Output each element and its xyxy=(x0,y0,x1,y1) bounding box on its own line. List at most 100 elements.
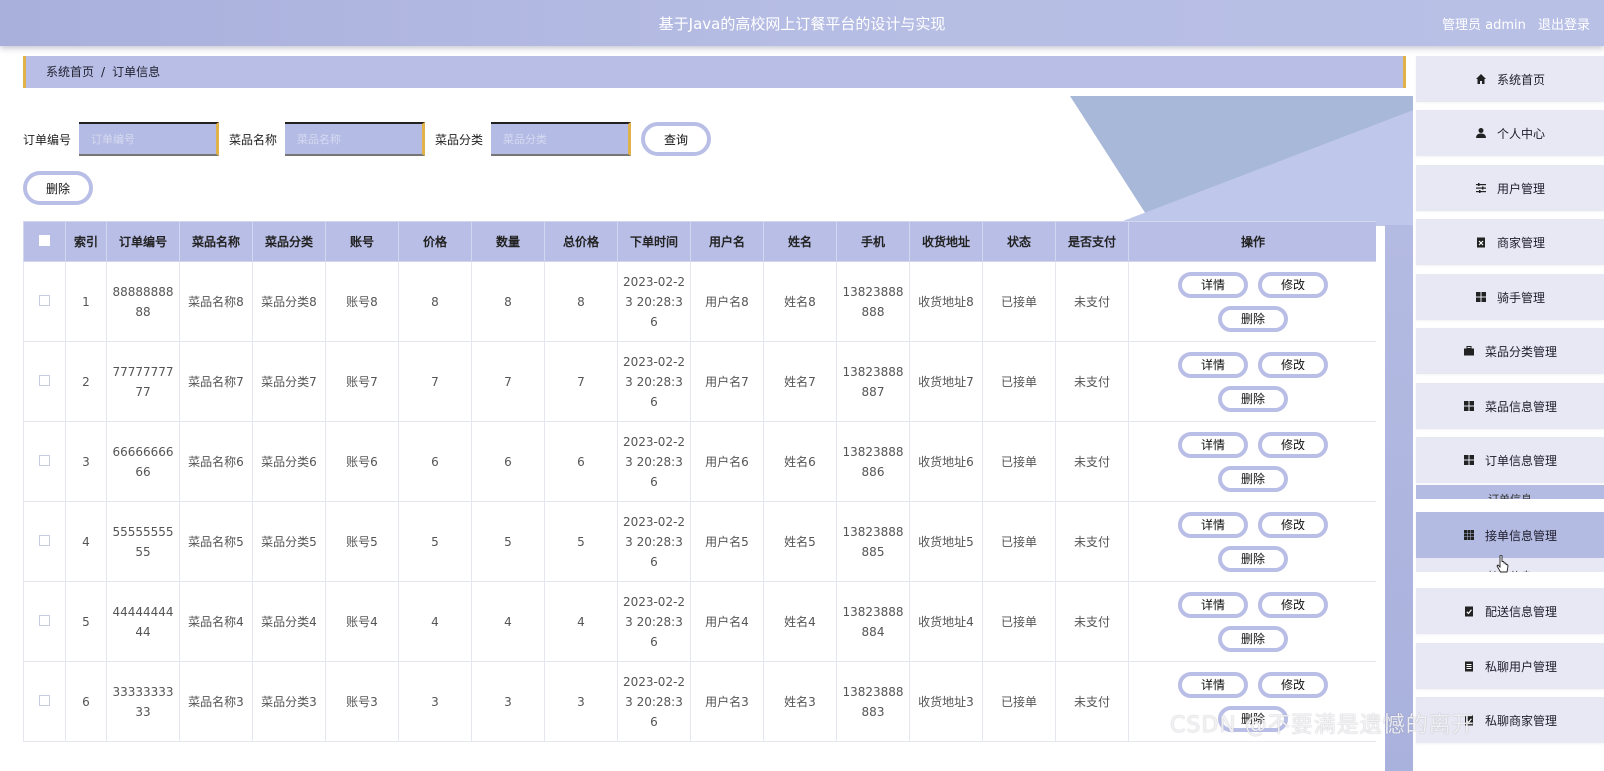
column-header: 用户名 xyxy=(690,221,764,262)
clipboard-x-icon xyxy=(1475,236,1487,248)
cell-status: 已接单 xyxy=(982,341,1056,422)
row-select-cell[interactable] xyxy=(23,421,66,502)
detail-button[interactable]: 详情 xyxy=(1178,431,1248,458)
cell-name: 姓名6 xyxy=(763,421,837,502)
sidebar-item-dish-info[interactable]: 菜品信息管理 xyxy=(1416,383,1604,429)
logout-link[interactable]: 退出登录 xyxy=(1538,18,1590,33)
cell-paid: 未支付 xyxy=(1055,261,1129,342)
delete-button[interactable]: 删除 xyxy=(1218,625,1288,652)
submenu-peek-accept-info[interactable]: 接单信息 xyxy=(1416,558,1604,572)
edit-button[interactable]: 修改 xyxy=(1258,671,1328,698)
cell-phone: 13823888884 xyxy=(836,581,910,662)
column-header: 状态 xyxy=(982,221,1056,262)
breadcrumb-home[interactable]: 系统首页 xyxy=(46,65,94,79)
sidebar-item-order-info[interactable]: 订单信息管理 xyxy=(1416,437,1604,483)
row-checkbox[interactable] xyxy=(39,614,50,626)
table-row: 1 8888888888 菜品名称8 菜品分类8 账号8 8 8 8 2023-… xyxy=(23,261,1376,342)
cell-price: 4 xyxy=(398,581,472,662)
cell-status: 已接单 xyxy=(982,421,1056,502)
edit-button[interactable]: 修改 xyxy=(1258,271,1328,298)
cell-index: 4 xyxy=(65,501,107,582)
breadcrumb-separator: / xyxy=(101,65,106,79)
cell-dish-category: 菜品分类3 xyxy=(252,661,326,742)
edit-button[interactable]: 修改 xyxy=(1258,431,1328,458)
submenu-peek-order-info[interactable]: 订单信息 xyxy=(1416,485,1604,499)
sidebar-item-dish-categories[interactable]: 菜品分类管理 xyxy=(1416,328,1604,374)
cell-phone: 13823888887 xyxy=(836,341,910,422)
column-header: 订单编号 xyxy=(106,221,180,262)
sidebar-item-profile[interactable]: 个人中心 xyxy=(1416,110,1604,156)
cell-username: 用户名8 xyxy=(690,261,764,342)
sidebar-item-accept-info[interactable]: 接单信息管理 xyxy=(1416,512,1604,558)
cell-username: 用户名5 xyxy=(690,501,764,582)
row-checkbox[interactable] xyxy=(39,694,50,706)
cell-price: 8 xyxy=(398,261,472,342)
cell-dish-name: 菜品名称8 xyxy=(179,261,253,342)
cell-dish-name: 菜品名称4 xyxy=(179,581,253,662)
row-checkbox[interactable] xyxy=(39,454,50,466)
row-checkbox[interactable] xyxy=(39,374,50,386)
row-checkbox[interactable] xyxy=(39,294,50,306)
cell-account: 账号5 xyxy=(325,501,399,582)
cell-dish-name: 菜品名称3 xyxy=(179,661,253,742)
detail-button[interactable]: 详情 xyxy=(1178,591,1248,618)
column-header: 数量 xyxy=(471,221,545,262)
row-select-cell[interactable] xyxy=(23,661,66,742)
cell-phone: 13823888888 xyxy=(836,261,910,342)
cell-status: 已接单 xyxy=(982,501,1056,582)
clipboard-icon xyxy=(1463,660,1475,672)
cell-dish-category: 菜品分类7 xyxy=(252,341,326,422)
column-header: 账号 xyxy=(325,221,399,262)
dish-name-input[interactable] xyxy=(285,122,426,156)
cell-actions: 详情 修改 删除 xyxy=(1128,341,1376,422)
column-header: 下单时间 xyxy=(617,221,691,262)
edit-button[interactable]: 修改 xyxy=(1258,351,1328,378)
cell-username: 用户名7 xyxy=(690,341,764,422)
row-select-cell[interactable] xyxy=(23,581,66,662)
sidebar-item-chat-users[interactable]: 私聊用户管理 xyxy=(1416,643,1604,689)
detail-button[interactable]: 详情 xyxy=(1178,511,1248,538)
sidebar-item-delivery-info[interactable]: 配送信息管理 xyxy=(1416,588,1604,634)
order-no-input[interactable] xyxy=(79,122,220,156)
cell-total: 7 xyxy=(544,341,618,422)
row-actions: 详情 修改 删除 xyxy=(1173,351,1333,412)
edit-button[interactable]: 修改 xyxy=(1258,511,1328,538)
sidebar-item-riders[interactable]: 骑手管理 xyxy=(1416,274,1604,320)
row-select-cell[interactable] xyxy=(23,501,66,582)
select-all-checkbox[interactable] xyxy=(39,234,50,246)
grid-icon xyxy=(1463,454,1475,466)
sidebar-item-users[interactable]: 用户管理 xyxy=(1416,165,1604,211)
cell-order-time: 2023-02-23 20:28:36 xyxy=(617,421,691,502)
column-header: 收货地址 xyxy=(909,221,983,262)
orders-table-container: 索引 订单编号 菜品名称 菜品分类 账号 价格 数量 总价格 下单时间 用户名 … xyxy=(23,221,1376,771)
delete-button[interactable]: 删除 xyxy=(1218,385,1288,412)
cell-order-no: 8888888888 xyxy=(106,261,180,342)
select-all-cell[interactable] xyxy=(23,221,66,262)
batch-delete-button[interactable]: 删除 xyxy=(23,171,93,205)
dish-name-label: 菜品名称 xyxy=(229,132,278,147)
row-select-cell[interactable] xyxy=(23,261,66,342)
detail-button[interactable]: 详情 xyxy=(1178,351,1248,378)
row-checkbox[interactable] xyxy=(39,534,50,546)
sidebar-item-home[interactable]: 系统首页 xyxy=(1416,56,1604,102)
row-actions: 详情 修改 删除 xyxy=(1173,591,1333,652)
dish-category-input[interactable] xyxy=(491,122,632,156)
row-select-cell[interactable] xyxy=(23,341,66,422)
cell-account: 账号4 xyxy=(325,581,399,662)
cell-name: 姓名3 xyxy=(763,661,837,742)
cell-quantity: 8 xyxy=(471,261,545,342)
query-button[interactable]: 查询 xyxy=(641,122,712,156)
detail-button[interactable]: 详情 xyxy=(1178,271,1248,298)
edit-button[interactable]: 修改 xyxy=(1258,591,1328,618)
cell-account: 账号7 xyxy=(325,341,399,422)
cell-address: 收货地址3 xyxy=(909,661,983,742)
delete-button[interactable]: 删除 xyxy=(1218,465,1288,492)
detail-button[interactable]: 详情 xyxy=(1178,671,1248,698)
delete-button[interactable]: 删除 xyxy=(1218,545,1288,572)
cell-actions: 详情 修改 删除 xyxy=(1128,261,1376,342)
sidebar-item-merchants[interactable]: 商家管理 xyxy=(1416,219,1604,265)
delete-button[interactable]: 删除 xyxy=(1218,305,1288,332)
cell-account: 账号8 xyxy=(325,261,399,342)
cell-index: 3 xyxy=(65,421,107,502)
sidebar-item-label: 订单信息管理 xyxy=(1484,453,1557,468)
